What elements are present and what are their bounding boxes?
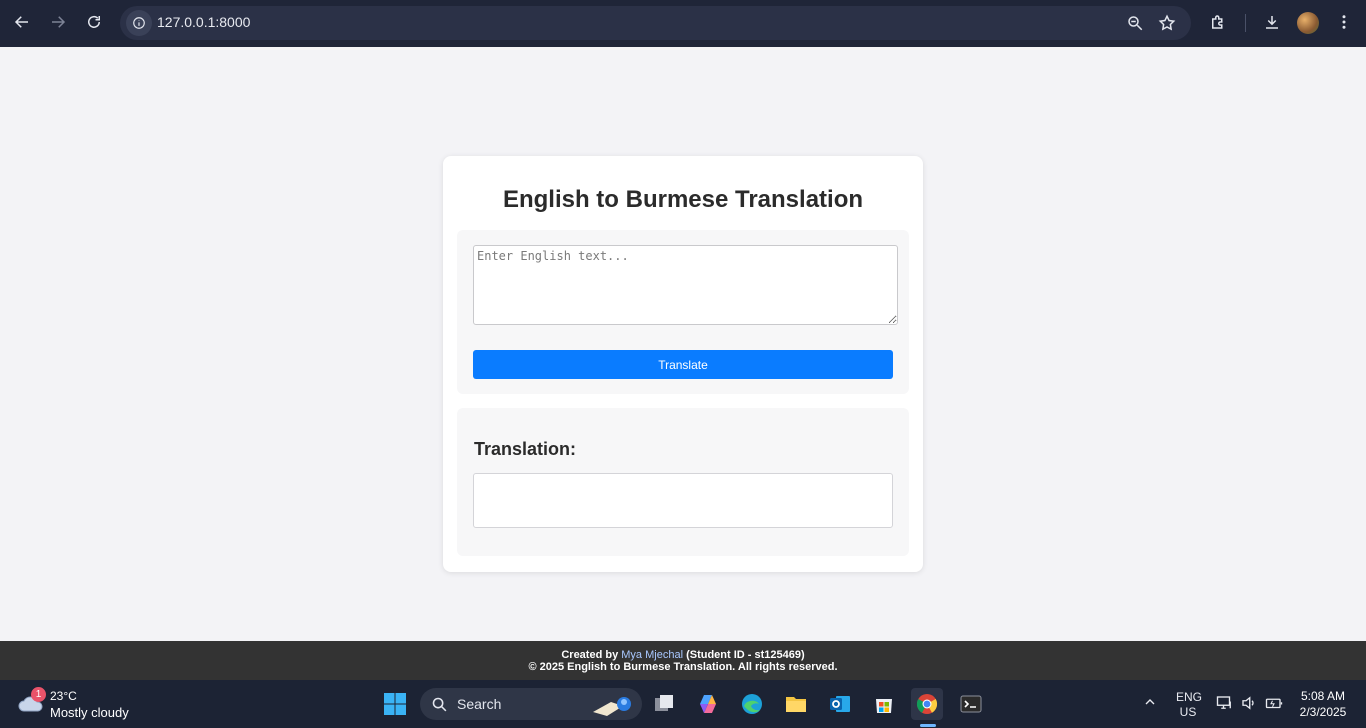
forward-button[interactable]	[45, 9, 71, 35]
back-button[interactable]	[9, 9, 35, 35]
windows-logo-icon	[384, 693, 406, 715]
system-clock[interactable]: 5:08 AM 2/3/2025	[1292, 688, 1354, 720]
zoom-icon[interactable]	[1126, 14, 1144, 32]
page-title: English to Burmese Translation	[502, 186, 864, 213]
weather-condition: Mostly cloudy	[50, 705, 129, 720]
network-button[interactable]	[1216, 694, 1234, 715]
language-indicator[interactable]: ENG US	[1176, 690, 1203, 720]
speaker-icon	[1242, 696, 1254, 710]
footer-student-id: (Student ID - st125469)	[683, 649, 805, 661]
terminal-icon	[960, 695, 982, 713]
chevron-up-icon	[1145, 699, 1155, 705]
search-label: Search	[457, 696, 502, 712]
translation-output	[473, 473, 893, 528]
folder-icon	[786, 697, 806, 712]
download-icon	[1266, 16, 1278, 29]
start-button[interactable]	[379, 688, 411, 720]
clock-time: 5:08 AM	[1300, 689, 1346, 703]
output-panel: Translation:	[457, 408, 909, 556]
chrome-active-indicator	[920, 724, 936, 727]
show-hidden-icons-button[interactable]	[1142, 694, 1158, 713]
translator-card: English to Burmese Translation Translate…	[443, 156, 923, 572]
file-explorer-button[interactable]	[780, 688, 812, 720]
taskbar-search[interactable]: Search	[420, 688, 642, 720]
store-icon	[876, 699, 892, 713]
reload-icon	[88, 15, 100, 28]
page-footer: Created by Mya Mjechal (Student ID - st1…	[0, 641, 1366, 680]
windows-taskbar: 1 23°C Mostly cloudy Search ENG US 5:08 …	[0, 680, 1366, 728]
weather-temperature: 23°C	[50, 689, 77, 703]
footer-copyright: © 2025 English to Burmese Translation. A…	[528, 661, 838, 673]
chrome-button[interactable]	[911, 688, 943, 720]
edge-button[interactable]	[736, 688, 768, 720]
downloads-button[interactable]	[1261, 11, 1283, 33]
browser-menu-button[interactable]	[1333, 11, 1355, 33]
translate-button[interactable]: Translate	[473, 350, 893, 379]
bookmark-star-icon[interactable]	[1158, 14, 1176, 32]
edge-icon	[742, 694, 762, 714]
clock-date: 2/3/2025	[1299, 705, 1347, 719]
site-info-icon[interactable]	[126, 10, 152, 36]
input-panel: Translate	[457, 230, 909, 394]
url-text: 127.0.0.1:8000	[157, 14, 251, 30]
reload-button[interactable]	[81, 9, 107, 35]
task-view-icon	[655, 695, 673, 711]
chrome-icon	[916, 694, 938, 714]
terminal-button[interactable]	[955, 688, 987, 720]
copilot-button[interactable]	[692, 688, 724, 720]
outlook-icon	[830, 696, 850, 712]
language-region: US	[1179, 705, 1197, 719]
footer-created-by: Created by	[561, 649, 622, 661]
profile-avatar[interactable]	[1297, 12, 1319, 34]
puzzle-icon	[1212, 15, 1223, 29]
browser-toolbar: 127.0.0.1:8000	[0, 0, 1366, 47]
store-button[interactable]	[868, 688, 900, 720]
battery-icon	[1265, 698, 1283, 709]
arrow-right-icon	[52, 16, 66, 28]
extensions-button[interactable]	[1207, 11, 1229, 33]
outlook-button[interactable]	[824, 688, 856, 720]
footer-author-link[interactable]: Mya Mjechal	[621, 649, 683, 661]
task-view-button[interactable]	[648, 688, 680, 720]
toolbar-divider	[1245, 14, 1246, 32]
battery-button[interactable]	[1265, 694, 1283, 715]
weather-widget[interactable]: 1 23°C Mostly cloudy	[18, 687, 138, 720]
weather-notification-badge: 1	[31, 687, 46, 702]
english-text-input[interactable]	[473, 245, 898, 325]
copilot-icon	[700, 695, 716, 713]
language-code: ENG	[1176, 690, 1203, 704]
network-icon	[1216, 696, 1231, 709]
address-bar[interactable]: 127.0.0.1:8000	[120, 6, 1191, 40]
more-vertical-icon	[1342, 15, 1346, 29]
translation-heading: Translation:	[474, 439, 577, 459]
volume-button[interactable]	[1240, 694, 1258, 715]
search-highlight-icon	[593, 697, 631, 716]
search-icon	[432, 697, 447, 712]
footer-credit-line: Created by Mya Mjechal (Student ID - st1…	[0, 649, 1366, 661]
arrow-left-icon	[14, 16, 28, 28]
